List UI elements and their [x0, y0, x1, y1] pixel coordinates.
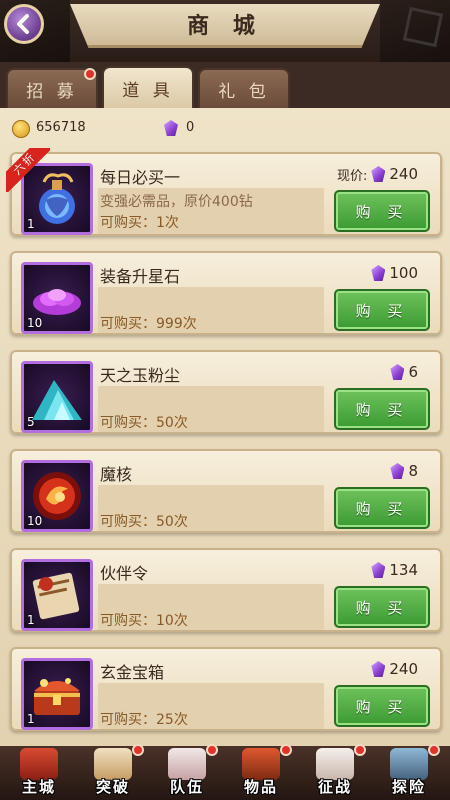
chevron-left-icon: [17, 14, 29, 34]
nav-main-city[interactable]: 主城: [4, 746, 74, 800]
gem-icon: [164, 120, 178, 136]
notification-dot: [132, 744, 144, 756]
nav-explore[interactable]: 探险: [374, 744, 444, 800]
purchase-limit: 可购买：50次: [100, 514, 188, 530]
purchase-limit: 可购买：999次: [100, 316, 197, 332]
shop-item-card: 1 六折 每日必买一 变强必需品，原价400钻 可购买：1次 现价: 240 购…: [6, 148, 442, 236]
price-value: 240: [389, 165, 418, 183]
nav-label: 队伍: [169, 778, 204, 796]
price-value: 8: [408, 462, 418, 480]
tab-label: 招 募: [26, 81, 78, 102]
shop-item-card: 5 天之玉粉尘 可购买：50次 6 购 买: [10, 350, 442, 434]
shop-tabs: 招 募 道 具 礼 包: [0, 62, 450, 108]
buy-button[interactable]: 购 买: [334, 388, 430, 430]
notification-dot: [84, 68, 96, 80]
nav-label: 征战: [317, 778, 352, 796]
shop-item-card: 1 玄金宝箱 可购买：25次 240 购 买: [10, 647, 442, 731]
buy-button[interactable]: 购 买: [334, 586, 430, 628]
nav-label: 物品: [243, 778, 278, 796]
gold-amount: 656718: [36, 120, 86, 135]
notification-dot: [206, 744, 218, 756]
shop-item-card: 10 装备升星石 可购买：999次 100 购 买: [10, 251, 442, 335]
price: 现价: 240: [337, 164, 418, 184]
buy-button[interactable]: 购 买: [334, 685, 430, 727]
item-name: 每日必买一: [100, 168, 181, 187]
price-value: 240: [389, 660, 418, 678]
item-thumbnail: 1: [21, 559, 93, 631]
gem-amount: 0: [186, 120, 195, 135]
nav-label: 探险: [391, 778, 426, 796]
item-name: 玄金宝箱: [100, 663, 165, 682]
nav-label: 突破: [95, 778, 130, 796]
nav-campaign[interactable]: 征战: [300, 744, 370, 800]
notification-dot: [280, 744, 292, 756]
item-name: 天之玉粉尘: [100, 366, 181, 385]
item-name: 魔核: [100, 465, 133, 484]
bottom-navigation: 主城 突破 队伍 物品 征战 探险: [0, 744, 450, 800]
price: 134: [371, 560, 418, 580]
item-thumbnail: 10: [21, 262, 93, 334]
price: 6: [390, 362, 418, 382]
item-count: 1: [27, 712, 35, 726]
price: 240: [371, 659, 418, 679]
shop-item-card: 1 伙伴令 可购买：10次 134 购 买: [10, 548, 442, 632]
tab-label: 道 具: [122, 80, 174, 101]
gem-icon: [371, 661, 386, 677]
currency-bar: 656718 0: [0, 108, 450, 148]
price-prefix: 现价:: [336, 168, 368, 184]
shop-item-card: 10 魔核 可购买：50次 8 购 买: [10, 449, 442, 533]
item-count: 10: [27, 514, 43, 528]
item-count: 5: [27, 415, 35, 429]
discount-label: 六折: [6, 148, 50, 192]
nav-label: 主城: [21, 778, 56, 796]
item-name: 伙伴令: [100, 564, 149, 583]
buy-button[interactable]: 购 买: [334, 190, 430, 232]
gem-icon: [390, 364, 405, 380]
tab-items[interactable]: 道 具: [102, 66, 194, 108]
top-header: 商 城: [0, 0, 450, 62]
nav-inventory[interactable]: 物品: [226, 744, 296, 800]
item-count: 1: [27, 613, 35, 627]
nav-team[interactable]: 队伍: [152, 744, 222, 800]
discount-badge: 六折: [6, 148, 50, 192]
purchase-limit: 可购买：1次: [100, 215, 179, 231]
purchase-limit: 可购买：25次: [100, 712, 188, 728]
nav-breakthrough[interactable]: 突破: [78, 744, 148, 800]
notification-dot: [428, 744, 440, 756]
price-value: 6: [408, 363, 418, 381]
gem-icon: [371, 265, 386, 281]
price-value: 134: [389, 561, 418, 579]
item-count: 1: [27, 217, 35, 231]
buy-button[interactable]: 购 买: [334, 487, 430, 529]
gem-icon: [390, 463, 405, 479]
tab-gift-pack[interactable]: 礼 包: [198, 68, 290, 108]
back-button[interactable]: [4, 4, 44, 44]
tab-label: 礼 包: [218, 81, 270, 102]
item-name: 装备升星石: [100, 267, 181, 286]
purchase-limit: 可购买：50次: [100, 415, 188, 431]
item-thumbnail: 10: [21, 460, 93, 532]
gem-icon: [371, 562, 386, 578]
notification-dot: [354, 744, 366, 756]
item-thumbnail: 1: [21, 658, 93, 730]
purchase-limit: 可购买：10次: [100, 613, 188, 629]
item-thumbnail: 5: [21, 361, 93, 433]
buy-button[interactable]: 购 买: [334, 289, 430, 331]
shop-content: 656718 0 1 六折 每日必买一 变强必需品，原价400钻 可购买：1次 …: [0, 108, 450, 746]
page-title: 商 城: [187, 14, 263, 39]
item-description: 变强必需品，原价400钻: [100, 194, 253, 210]
price: 100: [371, 263, 418, 283]
price: 8: [390, 461, 418, 481]
header-decoration-right: [380, 0, 450, 62]
item-count: 10: [27, 316, 43, 330]
gem-icon: [371, 166, 386, 182]
price-value: 100: [389, 264, 418, 282]
gold-coin-icon: [12, 120, 30, 138]
